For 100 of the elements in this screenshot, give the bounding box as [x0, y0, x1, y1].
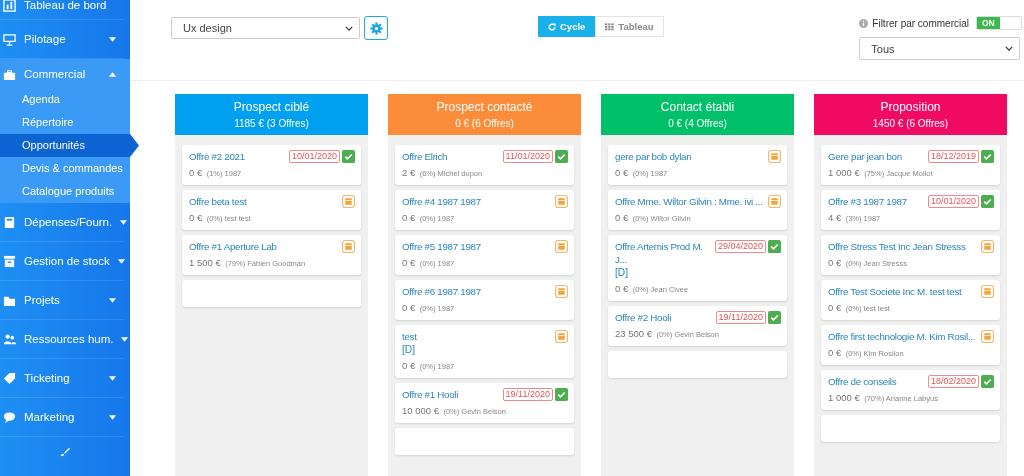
due-date-badge: 10/01/2020: [288, 150, 340, 163]
offer-amount: 10 000 €: [402, 405, 439, 416]
column-summary: 0 € (4 Offres): [667, 118, 728, 129]
offer-title[interactable]: Offre #3 1987 1987: [828, 195, 907, 208]
brush-icon[interactable]: [60, 447, 70, 457]
offer-title[interactable]: Offre #2 Hooli: [615, 311, 672, 324]
nav-item[interactable]: Commercial: [0, 60, 124, 88]
due-date-badge: 19/11/2020: [715, 311, 766, 324]
commercial-select[interactable]: Tous: [859, 37, 1021, 60]
due-date-badge: 19/11/2020: [502, 388, 553, 401]
refresh-icon: [548, 22, 556, 31]
column-title: Proposition: [879, 100, 942, 114]
offer-amount: 0 €: [828, 257, 842, 268]
offer-title[interactable]: Offre Mme. Wiltor Gilvin : Mme. ivi ...: [615, 195, 763, 208]
nav-item[interactable]: Ressources hum.: [0, 320, 124, 359]
offer-amount: 0 €: [828, 302, 842, 313]
offer-title[interactable]: Offre #4 1987 1987: [402, 195, 481, 208]
empty-card[interactable]: [608, 351, 787, 378]
offer-title[interactable]: Offre Artemis Prod M. J...: [615, 240, 713, 266]
grid-icon: [605, 22, 615, 31]
due-date-badge: 18/02/2020: [927, 375, 979, 388]
caret-icon: [109, 414, 116, 420]
column-summary: 1185 € (3 Offres): [233, 118, 310, 129]
due-date-badge: 11/01/2020: [502, 150, 553, 163]
nav-item[interactable]: Ticketing: [0, 359, 124, 398]
view-toggle-button[interactable]: Cycle: [538, 16, 596, 37]
offer-amount: 0 €: [402, 212, 416, 223]
tag-icon: [3, 371, 16, 385]
offer-amount: 0 €: [402, 360, 416, 371]
column-summary: 1450 € (6 Offres): [871, 118, 950, 129]
offer-title[interactable]: Offre de conseils: [828, 375, 897, 388]
settings-icon: [369, 21, 383, 35]
offer-title[interactable]: Offre Elrich: [402, 150, 448, 163]
due-date-badge: 29/04/2020: [714, 240, 766, 253]
submenu-item[interactable]: Agenda: [0, 88, 108, 111]
offer-amount: 0 €: [189, 212, 203, 223]
offer-amount: 0 €: [615, 212, 629, 223]
offer-title[interactable]: Gere par jean bon: [828, 150, 902, 163]
due-date-badge: 10/01/2020: [927, 195, 979, 208]
submenu-item[interactable]: Devis & commandes: [0, 157, 123, 180]
offer-amount: 0 €: [615, 283, 629, 294]
submenu-item[interactable]: Opportunités: [0, 134, 139, 157]
empty-card[interactable]: [182, 280, 361, 307]
filter-switch[interactable]: ON: [976, 16, 1022, 30]
offer-amount: 0 €: [402, 257, 416, 268]
column-title: Prospect contacté: [435, 100, 534, 114]
caret-icon: [121, 336, 129, 342]
offer-title[interactable]: Offre #6 1987 1987: [402, 285, 481, 298]
empty-card[interactable]: [821, 415, 1000, 442]
info-icon: [859, 18, 869, 28]
offer-amount: 2 €: [402, 167, 416, 178]
caret-icon: [117, 258, 125, 264]
offer-amount: 0 €: [828, 347, 842, 358]
offer-tag: [D]: [615, 266, 781, 279]
nav-item[interactable]: Marketing: [0, 398, 124, 437]
caret-icon: [109, 36, 116, 42]
offer-amount: 0 €: [615, 167, 629, 178]
settings-button[interactable]: [364, 16, 388, 40]
view-toggle-button[interactable]: Tableau: [595, 16, 664, 37]
offer-title[interactable]: test: [402, 330, 417, 343]
offer-title[interactable]: Offre #5 1987 1987: [402, 240, 481, 253]
offer-title[interactable]: gere par bob dylan: [615, 150, 692, 163]
caret-icon: [109, 297, 116, 303]
offer-amount: 1 000 €: [828, 392, 860, 403]
caret-icon: [120, 219, 128, 225]
caret-icon: [109, 71, 116, 77]
offer-title[interactable]: Offre first technologie M. Kim Rosil...: [828, 330, 976, 343]
offer-title[interactable]: Offre Stress Test Inc Jean Stresss: [828, 240, 966, 253]
column-summary: 0 € (6 Offres): [454, 118, 515, 129]
column-title: Prospect ciblé: [232, 100, 311, 114]
chevron-down-icon: [345, 25, 353, 31]
offer-title[interactable]: Offre #1 Hooli: [402, 388, 459, 401]
caret-icon: [109, 375, 116, 381]
submenu-item[interactable]: Catalogue produits: [0, 180, 115, 203]
offer-amount: 1 000 €: [828, 167, 860, 178]
offer-title[interactable]: Offre #2 2021: [189, 150, 245, 163]
chat-icon: [3, 410, 16, 424]
submenu-item[interactable]: Répertoire: [0, 111, 108, 134]
empty-card[interactable]: [395, 428, 574, 455]
nav-item[interactable]: Projets: [0, 281, 124, 320]
offer-amount: 1 500 €: [189, 257, 221, 268]
offer-tag: [D]: [402, 343, 568, 356]
nav-item[interactable]: Dépenses/Fourn.: [0, 203, 124, 242]
chart-icon: [3, 0, 16, 12]
calculator-icon: [3, 215, 16, 229]
offer-title[interactable]: Offre Test Societe Inc M. test test: [828, 285, 962, 298]
chevron-down-icon: [1005, 46, 1014, 51]
pipeline-select[interactable]: Ux design: [171, 17, 360, 39]
offer-amount: 0 €: [189, 167, 203, 178]
offer-title[interactable]: Offre #1 Aperture Lab: [189, 240, 277, 253]
offer-title[interactable]: Offre beta test: [189, 195, 247, 208]
nav-item[interactable]: Tableau de bord: [0, 0, 124, 20]
nav-item[interactable]: Gestion de stock: [0, 242, 124, 281]
offer-amount: 0 €: [402, 302, 416, 313]
users-icon: [3, 332, 16, 346]
offer-amount: 23 500 €: [615, 328, 652, 339]
filter-label: Filtrer par commercial: [872, 17, 969, 29]
column-title: Contact établi: [659, 100, 736, 114]
briefcase-icon: [3, 67, 16, 81]
due-date-badge: 18/12/2019: [927, 150, 979, 163]
